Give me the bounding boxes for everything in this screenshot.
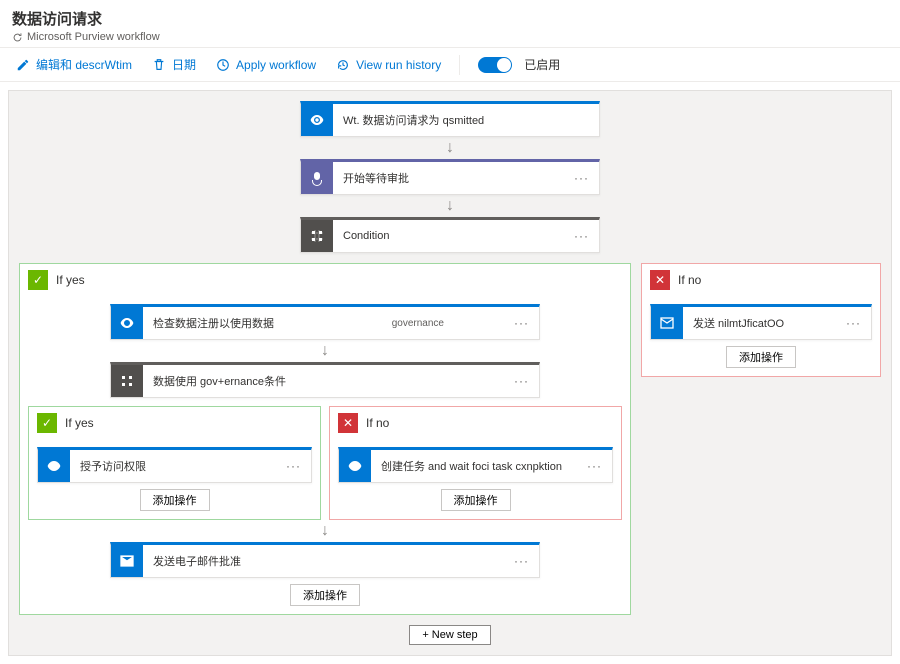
add-action-button[interactable]: 添加操作 (726, 346, 796, 368)
inner-branch-no: ✕ If no 创建任务 and wait foci task cxnpktio… (329, 406, 622, 520)
more-button[interactable]: ··· (504, 374, 539, 388)
arrow-down-icon: ↓ (321, 523, 329, 539)
trigger-label: Wt. 数据访问请求为 qsmitted (333, 112, 599, 128)
inner-no-label: If no (366, 416, 389, 430)
close-icon: ✕ (650, 270, 670, 290)
new-step-button[interactable]: + New step (409, 625, 490, 645)
page-title: 数据访问请求 (12, 8, 888, 29)
toolbar: 编辑和 descrWtim 日期 Apply workflow View run… (0, 47, 900, 82)
data-condition-label: 数据使用 gov+ernance条件 (143, 373, 504, 389)
apply-workflow-button[interactable]: Apply workflow (208, 54, 324, 76)
condition-label: Condition (333, 230, 564, 242)
approval-label: 开始等待审批 (333, 170, 564, 186)
toggle-switch-icon (478, 57, 512, 73)
eye-icon (38, 450, 70, 482)
check-data-card[interactable]: 检查数据注册以使用数据 governance ··· (110, 304, 540, 340)
eye-icon (339, 450, 371, 482)
more-button[interactable]: ··· (564, 229, 599, 243)
more-button[interactable]: ··· (577, 459, 612, 473)
more-button[interactable]: ··· (504, 316, 539, 330)
branch-no-label: If no (678, 273, 701, 287)
close-icon: ✕ (338, 413, 358, 433)
history-icon (336, 58, 350, 72)
workflow-canvas: Wt. 数据访问请求为 qsmitted ↓ 开始等待审批 ··· ↓ Cond… (8, 90, 892, 656)
more-button[interactable]: ··· (276, 459, 311, 473)
eye-icon (301, 104, 333, 136)
send-email-approve-card[interactable]: 发送电子邮件批准 ··· (110, 542, 540, 578)
more-button[interactable]: ··· (504, 554, 539, 568)
check-data-label: 检查数据注册以使用数据 (143, 315, 392, 331)
add-action-button[interactable]: 添加操作 (140, 489, 210, 511)
approval-icon (301, 162, 333, 194)
edit-button[interactable]: 编辑和 descrWtim (8, 52, 140, 77)
add-action-button[interactable]: 添加操作 (441, 489, 511, 511)
check-icon: ✓ (37, 413, 57, 433)
create-task-card[interactable]: 创建任务 and wait foci task cxnpktion ··· (338, 447, 613, 483)
check-icon: ✓ (28, 270, 48, 290)
condition-icon (111, 365, 143, 397)
condition-card[interactable]: Condition ··· (300, 217, 600, 253)
branch-yes-label: If yes (56, 273, 85, 287)
mail-icon (111, 545, 143, 577)
refresh-icon (12, 32, 23, 43)
branch-if-no: ✕ If no 发送 nilmtJficatOO ··· 添加操作 (641, 263, 881, 377)
date-button[interactable]: 日期 (144, 52, 204, 77)
more-button[interactable]: ··· (836, 316, 871, 330)
enabled-toggle[interactable]: 已启用 (470, 52, 568, 77)
check-data-sub: governance (392, 318, 504, 329)
grant-access-label: 授予访问权限 (70, 458, 276, 474)
send-notification-card[interactable]: 发送 nilmtJficatOO ··· (650, 304, 872, 340)
more-button[interactable]: ··· (564, 171, 599, 185)
add-action-button[interactable]: 添加操作 (290, 584, 360, 606)
send-email-approve-label: 发送电子邮件批准 (143, 553, 504, 569)
inner-branch-yes: ✓ If yes 授予访问权限 ··· 添加操作 (28, 406, 321, 520)
arrow-down-icon: ↓ (446, 140, 454, 156)
edit-icon (16, 58, 30, 72)
branch-if-yes: ✓ If yes 检查数据注册以使用数据 governance ··· ↓ (19, 263, 631, 615)
trash-icon (152, 58, 166, 72)
arrow-down-icon: ↓ (446, 198, 454, 214)
eye-icon (111, 307, 143, 339)
mail-icon (651, 307, 683, 339)
page-subtitle: Microsoft Purview workflow (12, 31, 888, 43)
trigger-card[interactable]: Wt. 数据访问请求为 qsmitted (300, 101, 600, 137)
condition-icon (301, 220, 333, 252)
data-condition-card[interactable]: 数据使用 gov+ernance条件 ··· (110, 362, 540, 398)
send-notification-label: 发送 nilmtJficatOO (683, 315, 836, 331)
view-history-button[interactable]: View run history (328, 54, 449, 76)
grant-access-card[interactable]: 授予访问权限 ··· (37, 447, 312, 483)
create-task-label: 创建任务 and wait foci task cxnpktion (371, 458, 577, 474)
approval-card[interactable]: 开始等待审批 ··· (300, 159, 600, 195)
arrow-down-icon: ↓ (321, 343, 329, 359)
apply-icon (216, 58, 230, 72)
inner-yes-label: If yes (65, 416, 94, 430)
